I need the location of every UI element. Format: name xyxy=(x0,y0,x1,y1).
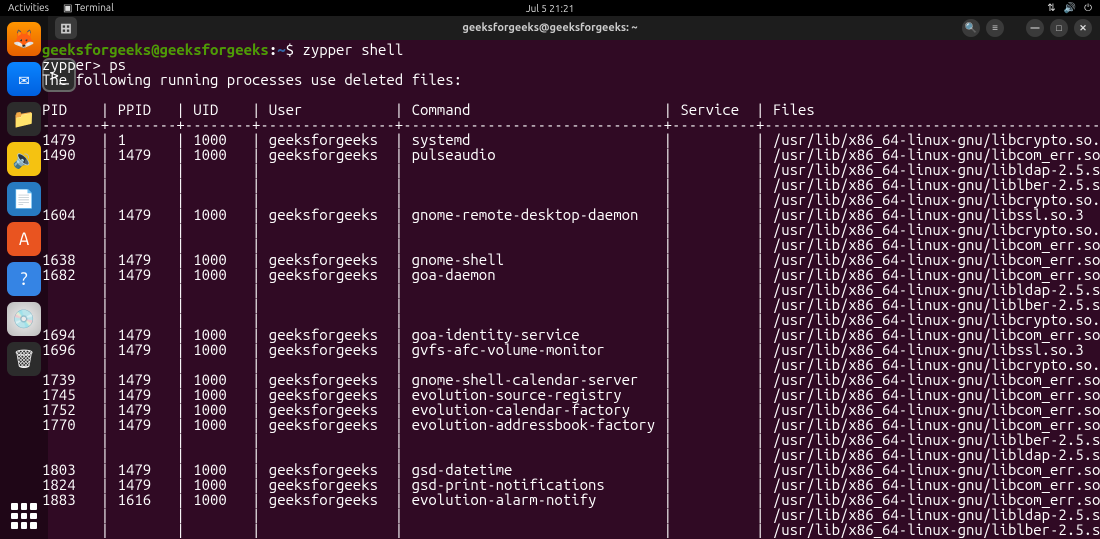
volume-icon[interactable]: 🔊 xyxy=(1064,2,1076,14)
dock-app-disk[interactable]: 💿 xyxy=(7,302,41,336)
dock-app-software[interactable]: A xyxy=(7,222,41,256)
gnome-topbar: Activities ▣ Terminal Jul 5 21:21 ⇅ 🔊 ⏻ xyxy=(0,0,1100,16)
new-tab-button[interactable]: ⊞ xyxy=(55,17,77,39)
dock-app-libreoffice[interactable]: 📄 xyxy=(7,182,41,216)
search-icon[interactable]: 🔍 xyxy=(962,19,980,37)
dock-app-files[interactable]: 📁 xyxy=(7,102,41,136)
terminal-titlebar: ⊞ geeksforgeeks@geeksforgeeks: ~ 🔍 ≡ — □… xyxy=(0,16,1100,40)
dock-app-thunderbird[interactable]: ✉ xyxy=(7,62,41,96)
clock[interactable]: Jul 5 21:21 xyxy=(526,3,575,14)
terminal-app-menu[interactable]: ▣ Terminal xyxy=(63,2,114,14)
terminal-content[interactable]: geeksforgeeks@geeksforgeeks:~$ zypper sh… xyxy=(42,42,1100,539)
network-icon[interactable]: ⇅ xyxy=(1047,2,1055,14)
dock-app-rhythmbox[interactable]: 🔉 xyxy=(7,142,41,176)
ubuntu-dock: 🦊✉📁🔉📄A?>_💿🗑 xyxy=(0,16,48,539)
activities-button[interactable]: Activities xyxy=(8,2,49,14)
hamburger-icon[interactable]: ≡ xyxy=(986,19,1004,37)
dock-app-trash[interactable]: 🗑 xyxy=(7,342,41,376)
minimize-button[interactable]: — xyxy=(1026,19,1044,37)
dock-app-help[interactable]: ? xyxy=(7,262,41,296)
show-applications-button[interactable] xyxy=(7,499,41,533)
dock-app-firefox[interactable]: 🦊 xyxy=(7,22,41,56)
maximize-button[interactable]: □ xyxy=(1050,19,1068,37)
power-icon[interactable]: ⏻ xyxy=(1084,2,1092,14)
window-title: geeksforgeeks@geeksforgeeks: ~ xyxy=(462,22,637,34)
close-button[interactable]: ✕ xyxy=(1074,19,1092,37)
